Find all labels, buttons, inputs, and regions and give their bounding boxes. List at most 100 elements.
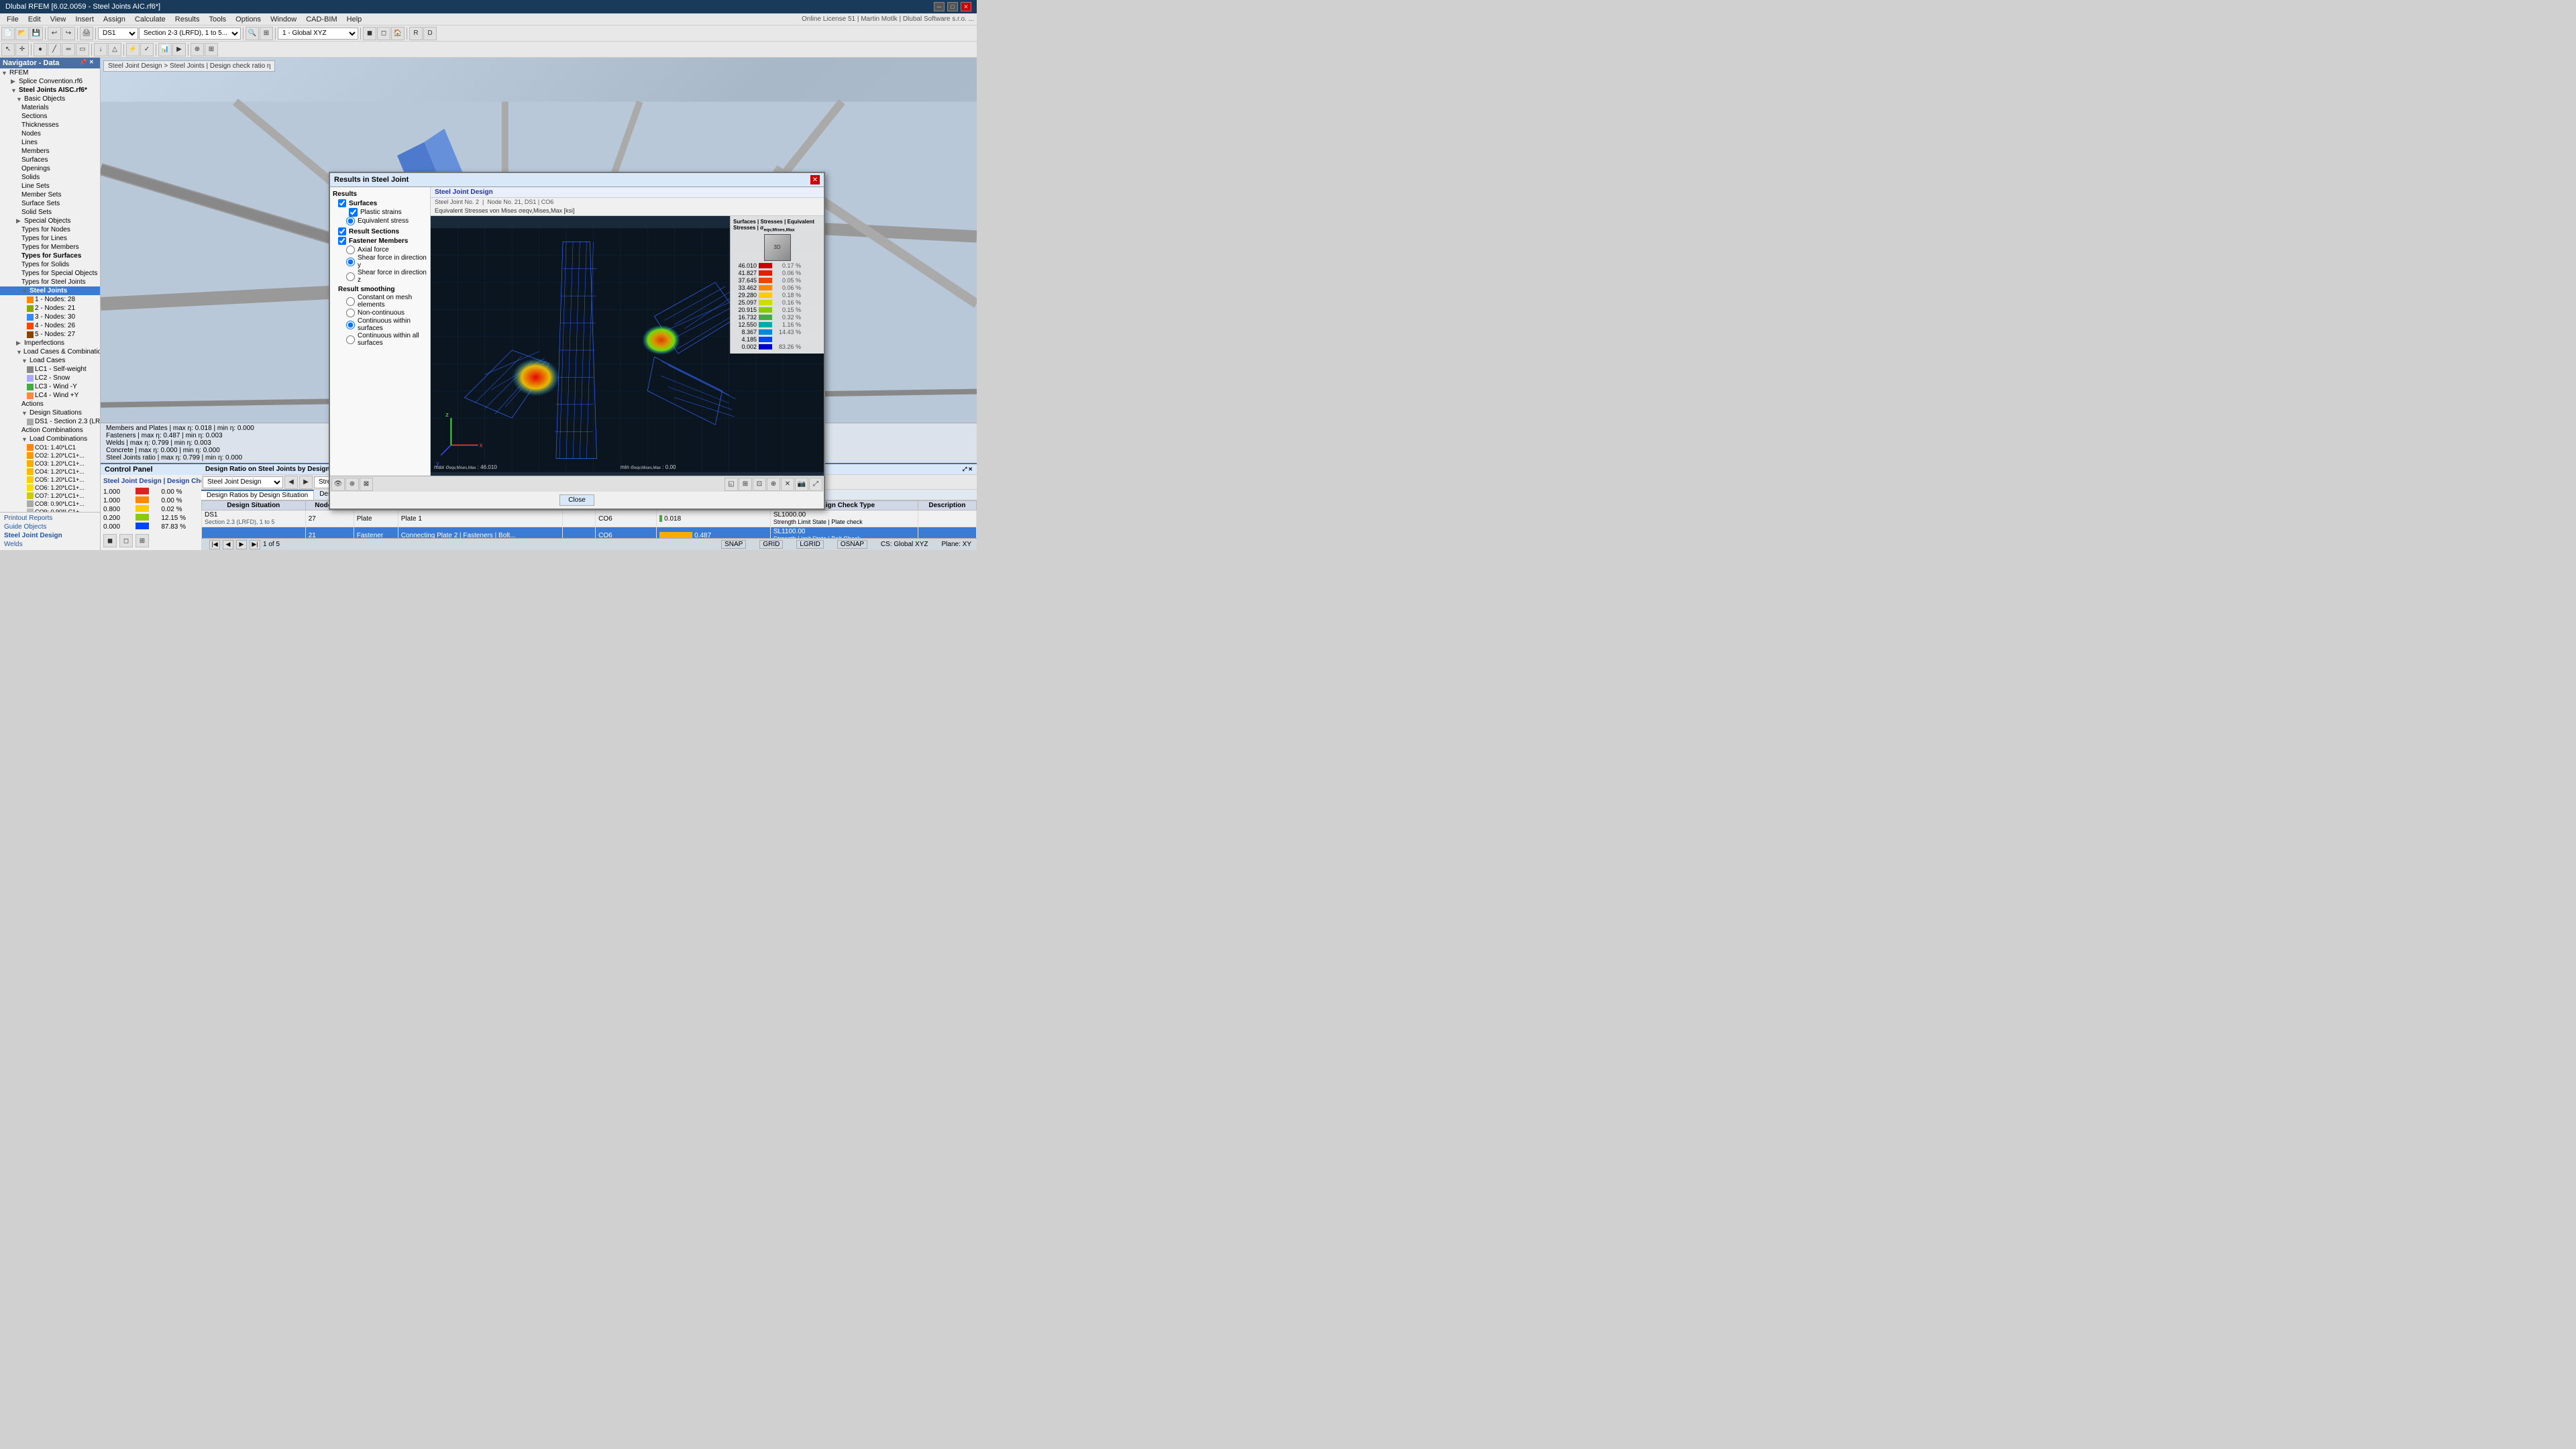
tree-sections[interactable]: Sections (0, 112, 100, 121)
menu-tools[interactable]: Tools (205, 14, 230, 25)
fasteners-checkbox[interactable] (338, 237, 346, 245)
shear-z-row[interactable]: Shear force in direction z (338, 269, 427, 284)
close-button[interactable]: ✕ (961, 2, 971, 11)
results-root-label[interactable]: Results (333, 190, 427, 199)
plastic-strains-checkbox[interactable] (349, 208, 358, 217)
continuous-within-radio[interactable] (346, 321, 355, 329)
tree-types-steeljoints[interactable]: Types for Steel Joints (0, 278, 100, 286)
results-tb-7[interactable]: ⊕ (767, 478, 780, 491)
shear-y-radio[interactable] (346, 258, 355, 266)
undo-btn[interactable]: ↩ (48, 27, 61, 40)
results-dialog-close-button[interactable]: ✕ (810, 175, 820, 184)
zoom-fit-btn[interactable]: ⊞ (260, 27, 273, 40)
results-btn[interactable]: R (409, 27, 423, 40)
tree-materials[interactable]: Materials (0, 103, 100, 112)
menu-edit[interactable]: Edit (24, 14, 45, 25)
menu-file[interactable]: File (3, 14, 23, 25)
shear-y-row[interactable]: Shear force in direction y (338, 254, 427, 269)
grid-status[interactable]: GRID (759, 540, 783, 549)
select-btn[interactable]: ↖ (1, 43, 15, 56)
tree-basicobj[interactable]: ▼ Basic Objects (0, 95, 100, 103)
bottom-expand-btn[interactable]: ⤢ (963, 466, 967, 473)
tree-types-nodes[interactable]: Types for Nodes (0, 225, 100, 234)
tree-types-solids[interactable]: Types for Solids (0, 260, 100, 269)
surfaces-checkbox-row[interactable]: Surfaces (333, 199, 427, 208)
surface-btn[interactable]: ▭ (76, 43, 89, 56)
tree-rfem[interactable]: ▼ RFEM (0, 68, 100, 77)
tree-types-special[interactable]: Types for Special Objects (0, 269, 100, 278)
tree-lc3[interactable]: LC3 - Wind -Y (0, 382, 100, 391)
tree-co8[interactable]: CO8: 0.90*LC1+... (0, 500, 100, 508)
page-next-btn[interactable]: ▶ (236, 540, 247, 549)
tree-solidsets[interactable]: Solid Sets (0, 208, 100, 217)
tree-ds1[interactable]: DS1 - Section 2.3 (LRFD): 1... (0, 417, 100, 426)
tree-nodes[interactable]: Nodes (0, 129, 100, 138)
new-btn[interactable]: 📄 (1, 27, 15, 40)
results-tb-9[interactable]: 📷 (795, 478, 808, 491)
results-tb-6[interactable]: ⊡ (753, 478, 766, 491)
maximize-button[interactable]: □ (947, 2, 958, 11)
result-sections-checkbox[interactable] (338, 227, 346, 235)
node-btn[interactable]: ● (34, 43, 47, 56)
tree-sj5[interactable]: 5 - Nodes: 27 (0, 330, 100, 339)
tree-co1[interactable]: CO1: 1.40*LC1 (0, 443, 100, 451)
design-btn[interactable]: D (423, 27, 437, 40)
menu-options[interactable]: Options (231, 14, 265, 25)
menu-cadbim[interactable]: CAD-BIM (302, 14, 341, 25)
tree-sj2[interactable]: 2 - Nodes: 21 (0, 304, 100, 313)
continuous-within-row[interactable]: Continuous within surfaces (338, 317, 427, 332)
tree-imperfections[interactable]: ▶ Imperfections (0, 339, 100, 347)
tree-co5[interactable]: CO5: 1.20*LC1+... (0, 476, 100, 484)
tree-lines[interactable]: Lines (0, 138, 100, 147)
view3d-btn[interactable]: 🏠 (391, 27, 405, 40)
grid-btn[interactable]: ⊞ (205, 43, 218, 56)
fasteners-checkbox-row[interactable]: Fastener Members (333, 236, 427, 246)
menu-calculate[interactable]: Calculate (131, 14, 170, 25)
menu-assign[interactable]: Assign (99, 14, 129, 25)
tree-types-surfaces[interactable]: Types for Surfaces (0, 252, 100, 260)
results-tb-expand[interactable]: ⤢ (809, 478, 822, 491)
tree-co4[interactable]: CO4: 1.20*LC1+... (0, 468, 100, 476)
load-btn[interactable]: ↓ (94, 43, 107, 56)
tree-co2[interactable]: CO2: 1.20*LC1+... (0, 451, 100, 460)
show-results-btn[interactable]: 📊 (158, 43, 172, 56)
nav-link-welds[interactable]: Welds (1, 540, 99, 549)
view-select[interactable]: 1 - Global XYZ (278, 28, 358, 40)
plastic-strains-row[interactable]: Plastic strains (338, 208, 427, 217)
tree-action-combo[interactable]: Action Combinations (0, 426, 100, 435)
tree-surfaces[interactable]: Surfaces (0, 156, 100, 164)
tree-thicknesses[interactable]: Thicknesses (0, 121, 100, 129)
constant-mesh-radio[interactable] (346, 297, 355, 306)
bottom-dropdown-1[interactable]: Steel Joint Design (203, 476, 283, 488)
page-prev-btn[interactable]: ◀ (223, 540, 233, 549)
redo-btn[interactable]: ↪ (62, 27, 75, 40)
tree-load-combo[interactable]: ▼ Load Combinations (0, 435, 100, 443)
tree-membersets[interactable]: Member Sets (0, 191, 100, 199)
page-first-btn[interactable]: |◀ (209, 540, 220, 549)
tree-lc2[interactable]: LC2 - Snow (0, 374, 100, 382)
tree-linesets[interactable]: Line Sets (0, 182, 100, 191)
results-dialog-header[interactable]: Results in Steel Joint ✕ (330, 173, 824, 187)
check-btn[interactable]: ✓ (140, 43, 154, 56)
tree-loadcases-combo[interactable]: ▼ Load Cases & Combinations (0, 347, 100, 356)
constant-mesh-row[interactable]: Constant on mesh elements (338, 294, 427, 309)
tree-sj1[interactable]: 1 - Nodes: 28 (0, 295, 100, 304)
results-tb-8[interactable]: ✕ (781, 478, 794, 491)
tree-types-lines[interactable]: Types for Lines (0, 234, 100, 243)
tree-co6[interactable]: CO6: 1.20*LC1+... (0, 484, 100, 492)
table-row-1[interactable]: DS1Section 2.3 (LRFD), 1 to 5 27 Plate P… (202, 511, 977, 527)
zoom-btn[interactable]: 🔍 (246, 27, 259, 40)
dialog-close-button[interactable]: Close (559, 494, 594, 506)
non-continuous-radio[interactable] (346, 309, 355, 317)
surfaces-checkbox[interactable] (338, 199, 346, 207)
menu-results[interactable]: Results (171, 14, 204, 25)
tree-openings[interactable]: Openings (0, 164, 100, 173)
nav-link-printout[interactable]: Printout Reports (1, 514, 99, 523)
cp-btn-1[interactable]: ◼ (103, 534, 117, 547)
tree-solids[interactable]: Solids (0, 173, 100, 182)
results-tb-5[interactable]: ⊞ (739, 478, 752, 491)
line-btn[interactable]: ╱ (48, 43, 61, 56)
cp-btn-3[interactable]: ⊞ (136, 534, 149, 547)
axial-force-row[interactable]: Axial force (338, 246, 427, 254)
tree-steeljoints-file[interactable]: ▼ Steel Joints AISC.rf6* (0, 86, 100, 95)
